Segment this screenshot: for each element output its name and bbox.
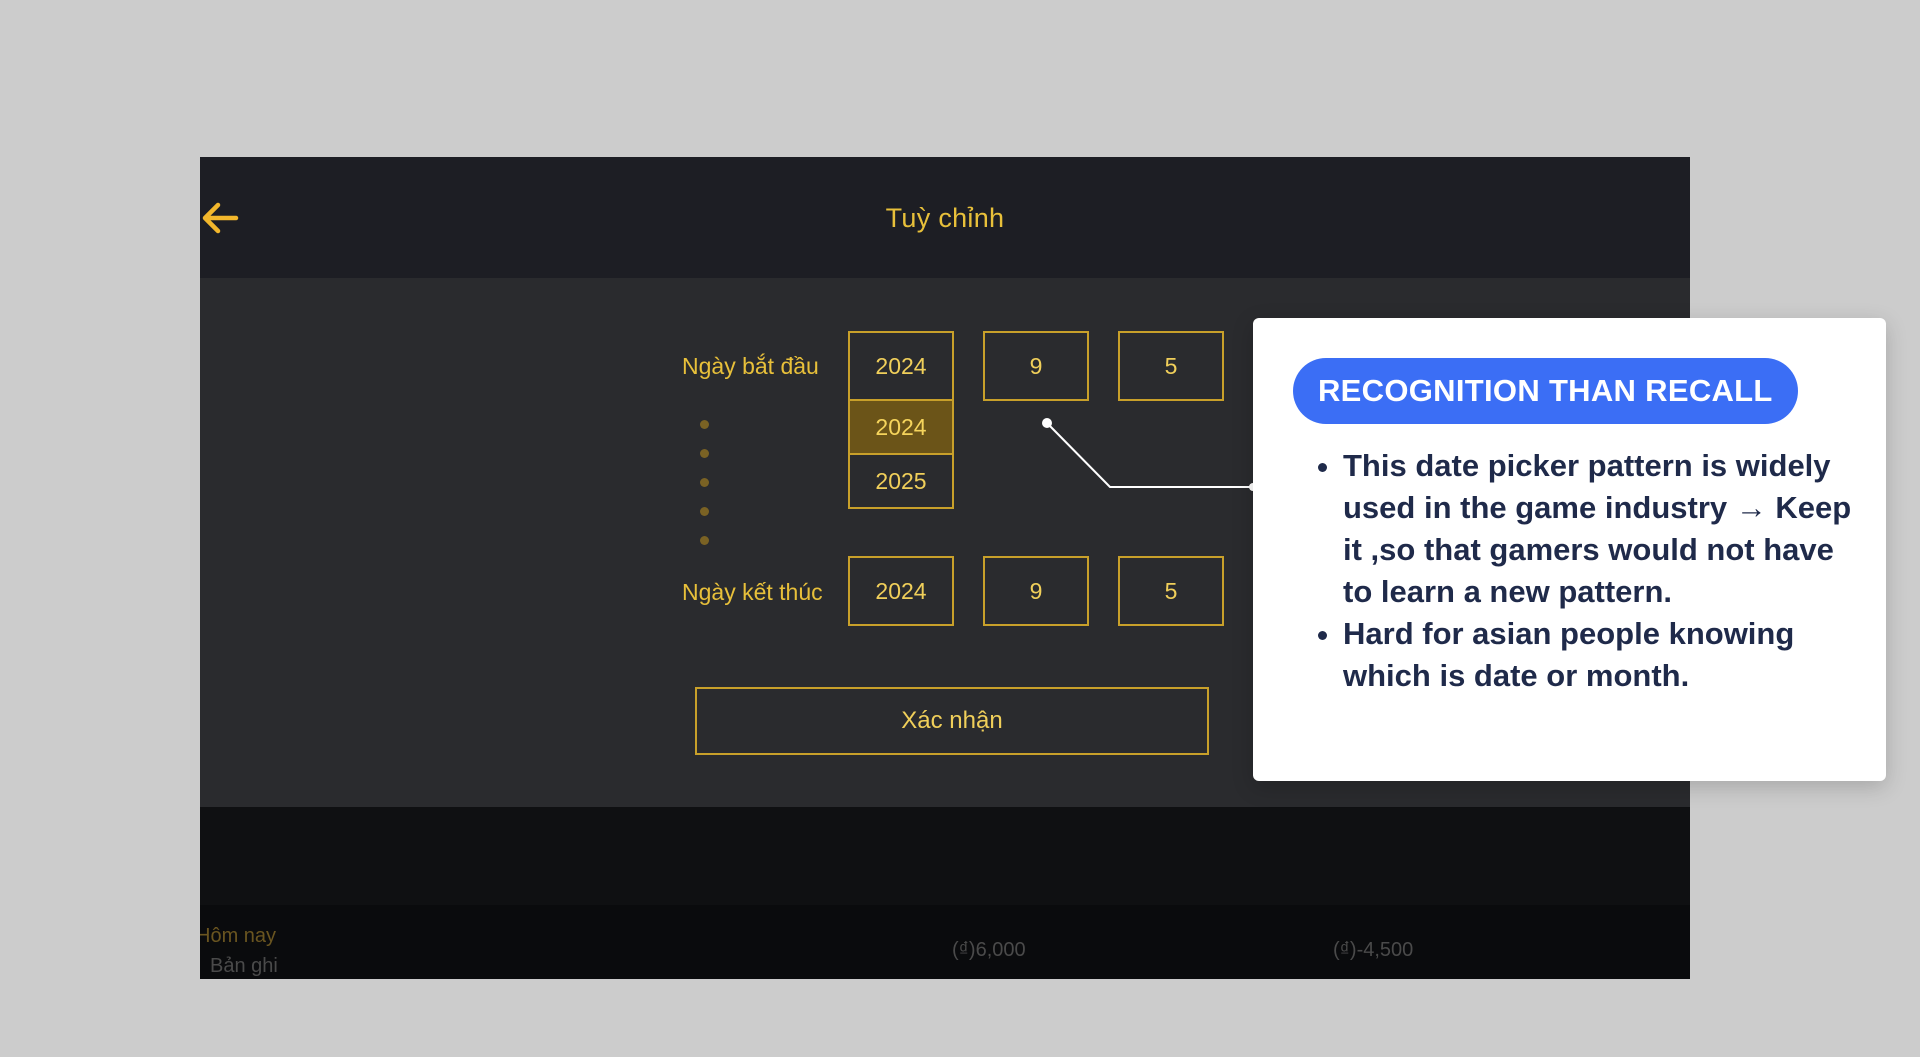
callout-point: Hard for asian people knowing which is d…: [1343, 613, 1853, 697]
annotation-callout: RECOGNITION THAN RECALL This date picker…: [1253, 318, 1886, 781]
start-day-picker[interactable]: 5: [1118, 331, 1224, 401]
heuristic-badge: RECOGNITION THAN RECALL: [1293, 358, 1798, 424]
background-list: Hôm nay Bản ghi (₫)6,000 (₫)-4,500: [200, 807, 1690, 979]
timeline-dot: [700, 536, 709, 545]
background-list-row: Hôm nay Bản ghi (₫)6,000 (₫)-4,500: [200, 905, 1690, 979]
end-date-label: Ngày kết thúc: [682, 579, 823, 605]
callout-points: This date picker pattern is widely used …: [1293, 445, 1853, 697]
timeline-dot: [700, 478, 709, 487]
amount-value: (₫)6,000: [952, 939, 1026, 961]
record-label: Bản ghi: [210, 955, 278, 977]
amount-value: (₫)-4,500: [1333, 939, 1414, 961]
start-month-picker[interactable]: 9: [983, 331, 1089, 401]
confirm-button[interactable]: Xác nhận: [695, 687, 1209, 755]
timeline-dot: [700, 420, 709, 429]
start-year-picker[interactable]: 2024: [848, 331, 954, 401]
end-day-picker[interactable]: 5: [1118, 556, 1224, 626]
timeline-dot: [700, 449, 709, 458]
end-month-picker[interactable]: 9: [983, 556, 1089, 626]
timeline-dots: [700, 420, 712, 565]
callout-point: This date picker pattern is widely used …: [1343, 445, 1853, 613]
timeline-dot: [700, 507, 709, 516]
year-option-selected[interactable]: 2024: [848, 399, 954, 455]
year-option[interactable]: 2025: [848, 453, 954, 509]
end-year-picker[interactable]: 2024: [848, 556, 954, 626]
today-label: Hôm nay: [200, 925, 277, 947]
page-title: Tuỳ chỉnh: [885, 203, 1005, 233]
start-date-label: Ngày bắt đầu: [682, 353, 819, 379]
top-bar: Tuỳ chỉnh: [200, 157, 1690, 278]
